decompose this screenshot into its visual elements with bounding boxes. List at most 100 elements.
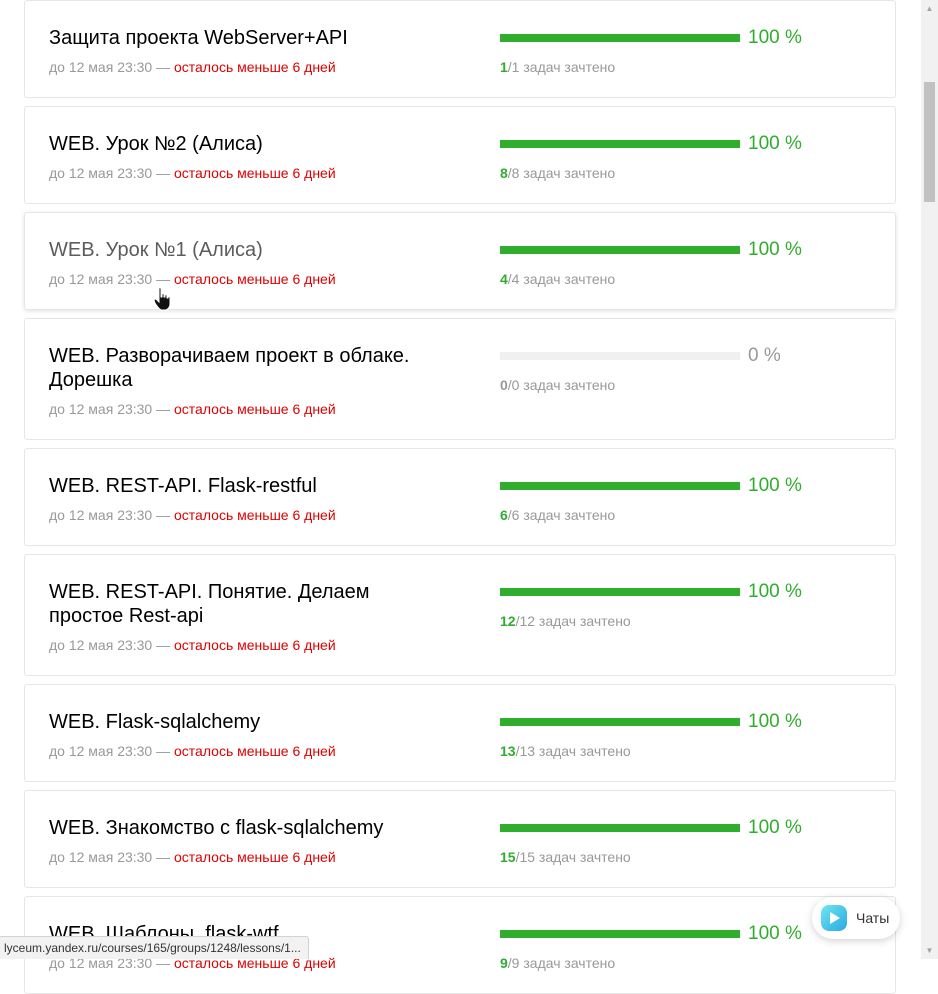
tasks-count: 13/13 задач зачтено [500, 742, 631, 760]
scroll-up-icon[interactable]: ▲ [921, 0, 938, 17]
progress-bar [500, 140, 740, 148]
status-bar-url: lyceum.yandex.ru/courses/165/groups/1248… [0, 936, 309, 959]
deadline-date: до 12 мая 23:30 — [49, 743, 175, 759]
progress-fill [500, 246, 740, 254]
tasks-done: 6 [500, 507, 508, 523]
lesson-deadline: до 12 мая 23:30 — осталось меньше 6 дней [49, 506, 336, 524]
deadline-warning: осталось меньше 6 дней [174, 507, 336, 523]
deadline-warning: осталось меньше 6 дней [174, 401, 336, 417]
tasks-done: 8 [500, 165, 508, 181]
tasks-count: 15/15 задач зачтено [500, 848, 631, 866]
progress-fill [500, 482, 740, 490]
lesson-card[interactable]: WEB. REST-API. Понятие. Делаем простое R… [24, 554, 896, 676]
progress-fill [500, 588, 740, 596]
tasks-count: 8/8 задач зачтено [500, 164, 615, 182]
tasks-total: /13 задач зачтено [515, 743, 631, 759]
progress-bar [500, 718, 740, 726]
lesson-title[interactable]: WEB. REST-API. Понятие. Делаем простое R… [49, 580, 449, 628]
tasks-done: 4 [500, 271, 508, 287]
deadline-date: до 12 мая 23:30 — [49, 271, 175, 287]
tasks-count: 4/4 задач зачтено [500, 270, 615, 288]
progress-fill [500, 718, 740, 726]
tasks-done: 0 [500, 377, 508, 393]
deadline-date: до 12 мая 23:30 — [49, 849, 175, 865]
progress-bar [500, 482, 740, 490]
tasks-count: 12/12 задач зачтено [500, 612, 631, 630]
progress-bar [500, 246, 740, 254]
deadline-date: до 12 мая 23:30 — [49, 637, 175, 653]
progress-percent: 0 % [748, 345, 781, 366]
progress-bar [500, 34, 740, 42]
tasks-done: 1 [500, 59, 508, 75]
tasks-total: /12 задач зачтено [515, 613, 631, 629]
lesson-title[interactable]: WEB. Урок №1 (Алиса) [49, 238, 449, 262]
scroll-down-icon[interactable]: ▼ [921, 942, 938, 959]
progress-fill [500, 930, 740, 938]
tasks-count: 0/0 задач зачтено [500, 376, 615, 394]
tasks-total: /6 задач зачтено [507, 507, 616, 523]
progress-bar [500, 352, 740, 360]
deadline-date: до 12 мая 23:30 — [49, 507, 175, 523]
lesson-card[interactable]: WEB. Разворачиваем проект в облаке. Доре… [24, 318, 896, 440]
progress-percent: 100 % [748, 239, 802, 260]
progress-percent: 100 % [748, 817, 802, 838]
chat-bubble-icon [821, 905, 847, 931]
lesson-card[interactable]: WEB. Урок №2 (Алиса) до 12 мая 23:30 — о… [24, 106, 896, 204]
tasks-total: /9 задач зачтено [507, 955, 616, 971]
lesson-deadline: до 12 мая 23:30 — осталось меньше 6 дней [49, 636, 336, 654]
progress-bar [500, 588, 740, 596]
lesson-deadline: до 12 мая 23:30 — осталось меньше 6 дней [49, 848, 336, 866]
tasks-done: 12 [500, 613, 516, 629]
lesson-card[interactable]: Защита проекта WebServer+API до 12 мая 2… [24, 0, 896, 98]
tasks-total: /0 задач зачтено [507, 377, 616, 393]
chat-label: Чаты [856, 910, 890, 926]
tasks-done: 15 [500, 849, 516, 865]
deadline-date: до 12 мая 23:30 — [49, 165, 175, 181]
deadline-warning: осталось меньше 6 дней [174, 743, 336, 759]
deadline-warning: осталось меньше 6 дней [174, 849, 336, 865]
deadline-warning: осталось меньше 6 дней [174, 637, 336, 653]
hand-cursor-icon [153, 287, 171, 311]
tasks-count: 1/1 задач зачтено [500, 58, 615, 76]
tasks-total: /4 задач зачтено [507, 271, 616, 287]
lesson-deadline: до 12 мая 23:30 — осталось меньше 6 дней [49, 742, 336, 760]
lesson-title[interactable]: WEB. Разворачиваем проект в облаке. Доре… [49, 344, 449, 392]
tasks-done: 9 [500, 955, 508, 971]
lesson-card[interactable]: WEB. REST-API. Flask-restful до 12 мая 2… [24, 448, 896, 546]
progress-fill [500, 824, 740, 832]
progress-fill [500, 140, 740, 148]
lesson-title[interactable]: WEB. Урок №2 (Алиса) [49, 132, 449, 156]
progress-percent: 100 % [748, 581, 802, 602]
lesson-title[interactable]: WEB. Знакомство с flask-sqlalchemy [49, 816, 449, 840]
lesson-deadline: до 12 мая 23:30 — осталось меньше 6 дней [49, 400, 336, 418]
lesson-title[interactable]: WEB. Flask-sqlalchemy [49, 710, 449, 734]
lesson-deadline: до 12 мая 23:30 — осталось меньше 6 дней [49, 270, 336, 288]
progress-bar [500, 930, 740, 938]
tasks-total: /15 задач зачтено [515, 849, 631, 865]
tasks-count: 6/6 задач зачтено [500, 506, 615, 524]
deadline-date: до 12 мая 23:30 — [49, 59, 175, 75]
tasks-count: 9/9 задач зачтено [500, 954, 615, 972]
progress-percent: 100 % [748, 711, 802, 732]
lesson-card[interactable]: WEB. Flask-sqlalchemy до 12 мая 23:30 — … [24, 684, 896, 782]
lesson-title[interactable]: WEB. REST-API. Flask-restful [49, 474, 449, 498]
tasks-total: /1 задач зачтено [507, 59, 616, 75]
scrollbar[interactable]: ▲ ▼ [921, 0, 938, 959]
lesson-deadline: до 12 мая 23:30 — осталось меньше 6 дней [49, 164, 336, 182]
deadline-warning: осталось меньше 6 дней [174, 59, 336, 75]
progress-percent: 100 % [748, 27, 802, 48]
deadline-warning: осталось меньше 6 дней [174, 165, 336, 181]
lesson-deadline: до 12 мая 23:30 — осталось меньше 6 дней [49, 58, 336, 76]
lesson-card[interactable]: WEB. Знакомство с flask-sqlalchemy до 12… [24, 790, 896, 888]
progress-bar [500, 824, 740, 832]
lesson-title[interactable]: Защита проекта WebServer+API [49, 26, 449, 50]
scroll-thumb[interactable] [924, 82, 935, 202]
tasks-total: /8 задач зачтено [507, 165, 616, 181]
progress-percent: 100 % [748, 923, 802, 944]
deadline-warning: осталось меньше 6 дней [174, 271, 336, 287]
tasks-done: 13 [500, 743, 516, 759]
progress-percent: 100 % [748, 475, 802, 496]
progress-fill [500, 34, 740, 42]
deadline-date: до 12 мая 23:30 — [49, 401, 175, 417]
chat-button[interactable]: Чаты [812, 897, 900, 939]
